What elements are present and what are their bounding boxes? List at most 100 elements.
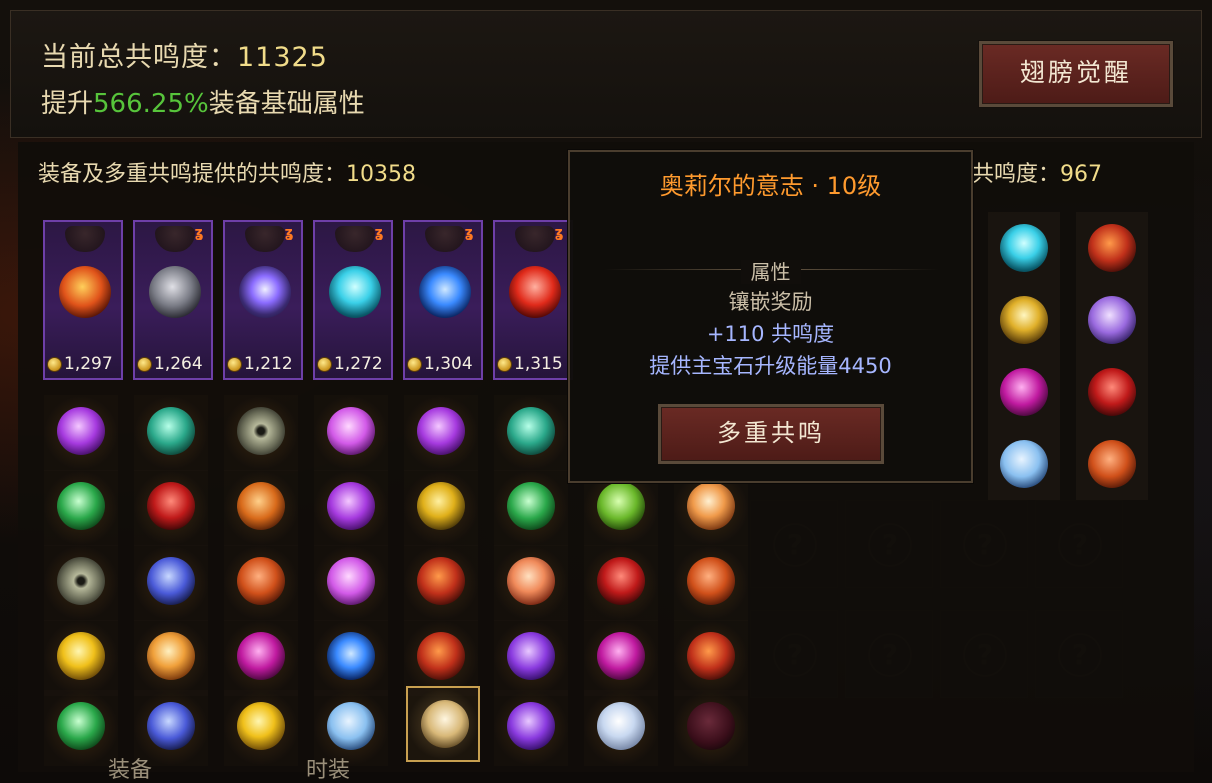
purple-gem-icon bbox=[57, 407, 105, 455]
gem-slot[interactable] bbox=[224, 395, 298, 471]
gem-slot[interactable] bbox=[134, 545, 208, 621]
resonance-summary-panel: 当前总共鸣度：11325 提升566.25%装备基础属性 翅膀觉醒 bbox=[10, 10, 1202, 138]
wing-gem-slot[interactable] bbox=[988, 428, 1060, 500]
tab-equipment[interactable]: 装备 bbox=[108, 752, 152, 783]
wing-gem-slot[interactable] bbox=[1076, 428, 1148, 500]
gem-slot[interactable] bbox=[134, 620, 208, 696]
gem-slot[interactable] bbox=[224, 690, 298, 766]
boost-prefix: 提升 bbox=[41, 89, 94, 119]
boost-percent: 566.25% bbox=[93, 89, 209, 119]
teal-gem-icon bbox=[147, 407, 195, 455]
orange-gem-icon bbox=[237, 557, 285, 605]
red-gem-icon bbox=[147, 482, 195, 530]
gem-slot[interactable] bbox=[404, 620, 478, 696]
pink-gem-icon bbox=[327, 407, 375, 455]
gem-slot[interactable] bbox=[134, 470, 208, 546]
peach-gem-icon bbox=[687, 482, 735, 530]
gem-slot[interactable] bbox=[494, 395, 568, 471]
equipment-art-icon bbox=[425, 226, 465, 252]
gem-slot[interactable] bbox=[404, 470, 478, 546]
gem-slot[interactable] bbox=[314, 545, 388, 621]
gem-slot[interactable] bbox=[44, 470, 118, 546]
equipment-resonance-stat: 装备及多重共鸣提供的共鸣度：10358 bbox=[38, 156, 416, 188]
green-gem-icon bbox=[57, 482, 105, 530]
fire-gem-icon bbox=[59, 266, 111, 318]
lava-gem-icon bbox=[417, 632, 465, 680]
wing-gem-slot[interactable] bbox=[1076, 212, 1148, 284]
wing-gem-slot[interactable] bbox=[1076, 356, 1148, 428]
wing-gem-slot[interactable] bbox=[1076, 284, 1148, 356]
wing-gem-slot[interactable] bbox=[988, 284, 1060, 356]
gem-slot[interactable] bbox=[224, 470, 298, 546]
tooltip-energy-bonus: 提供主宝石升级能量4450 bbox=[649, 354, 892, 378]
equipment-art-icon bbox=[245, 226, 285, 252]
equipment-card[interactable]: ʓ 1,272 bbox=[313, 220, 393, 380]
amber-gem-icon bbox=[237, 482, 285, 530]
indigo-gem-icon bbox=[147, 702, 195, 750]
coin-icon bbox=[317, 356, 332, 372]
wing-gem-slot[interactable] bbox=[988, 356, 1060, 428]
upgrade-badge-icon: ʓ bbox=[194, 225, 204, 241]
gem-slot[interactable] bbox=[224, 620, 298, 696]
equipment-card[interactable]: ʓ 1,212 bbox=[223, 220, 303, 380]
equipment-card[interactable]: ʓ 1,264 bbox=[133, 220, 213, 380]
wing-resonance-stat: 共鸣度：967 bbox=[972, 156, 1102, 188]
attribute-boost: 提升566.25%装备基础属性 bbox=[41, 83, 365, 120]
gem-slot[interactable] bbox=[314, 395, 388, 471]
boost-suffix: 装备基础属性 bbox=[208, 89, 365, 119]
lava-gem-icon bbox=[1088, 224, 1136, 272]
equipment-resonance-label: 装备及多重共鸣提供的共鸣度： bbox=[38, 162, 347, 187]
tooltip-section-header: 属性 bbox=[570, 256, 971, 285]
upgrade-badge-icon: ʓ bbox=[284, 225, 294, 241]
sun-gem-icon bbox=[147, 632, 195, 680]
gem-slot[interactable] bbox=[44, 395, 118, 471]
lava-gem-icon bbox=[417, 557, 465, 605]
equipment-art-icon bbox=[515, 226, 555, 252]
equipment-resonance-value: 10358 bbox=[346, 162, 417, 187]
gem-slot[interactable] bbox=[44, 545, 118, 621]
gem-slot[interactable] bbox=[404, 545, 478, 621]
wing-awaken-button[interactable]: 翅膀觉醒 bbox=[979, 41, 1173, 107]
purple-gem-icon bbox=[327, 482, 375, 530]
tab-fashion[interactable]: 时装 bbox=[306, 752, 350, 783]
gem-slot[interactable] bbox=[494, 470, 568, 546]
gem-slot[interactable] bbox=[44, 690, 118, 766]
gem-slot[interactable] bbox=[674, 545, 748, 621]
equipment-card[interactable]: ʓ 1,304 bbox=[403, 220, 483, 380]
violet-gem-icon bbox=[239, 266, 291, 318]
pearl-gem-icon bbox=[597, 702, 645, 750]
green-gem-icon bbox=[507, 482, 555, 530]
coral-gem-icon bbox=[507, 557, 555, 605]
gem-slot[interactable] bbox=[44, 620, 118, 696]
wing-gem-slot[interactable] bbox=[988, 212, 1060, 284]
equipment-card[interactable]: 1,297 bbox=[43, 220, 123, 380]
coin-icon bbox=[497, 356, 512, 372]
gem-slot[interactable] bbox=[494, 545, 568, 621]
gem-slot[interactable] bbox=[584, 620, 658, 696]
gem-slot[interactable] bbox=[494, 620, 568, 696]
equipment-card[interactable]: ʓ 1,315 bbox=[493, 220, 573, 380]
coin-icon bbox=[137, 356, 152, 372]
gem-slot[interactable] bbox=[224, 545, 298, 621]
upgrade-badge-icon: ʓ bbox=[464, 225, 474, 241]
equipment-resonance: 1,272 bbox=[317, 354, 383, 374]
gem-slot[interactable] bbox=[674, 620, 748, 696]
gem-slot[interactable] bbox=[584, 545, 658, 621]
eye-gem-icon bbox=[57, 557, 105, 605]
gem-slot[interactable] bbox=[134, 395, 208, 471]
gem-slot[interactable] bbox=[584, 690, 658, 766]
gem-slot[interactable] bbox=[404, 395, 478, 471]
lime-gem-icon bbox=[597, 482, 645, 530]
gem-slot[interactable] bbox=[674, 690, 748, 766]
gem-slot[interactable] bbox=[314, 470, 388, 546]
blue-gem-icon bbox=[419, 266, 471, 318]
gem-slot-selected[interactable] bbox=[406, 686, 480, 762]
gem-slot[interactable] bbox=[314, 620, 388, 696]
gem-slot[interactable] bbox=[494, 690, 568, 766]
eye-gem-icon bbox=[237, 407, 285, 455]
equipment-resonance: 1,315 bbox=[497, 354, 563, 374]
aurel-will-gem-icon bbox=[421, 700, 469, 748]
silver-gem-icon bbox=[149, 266, 201, 318]
gold-gem-icon bbox=[417, 482, 465, 530]
multi-resonance-button[interactable]: 多重共鸣 bbox=[658, 404, 884, 464]
